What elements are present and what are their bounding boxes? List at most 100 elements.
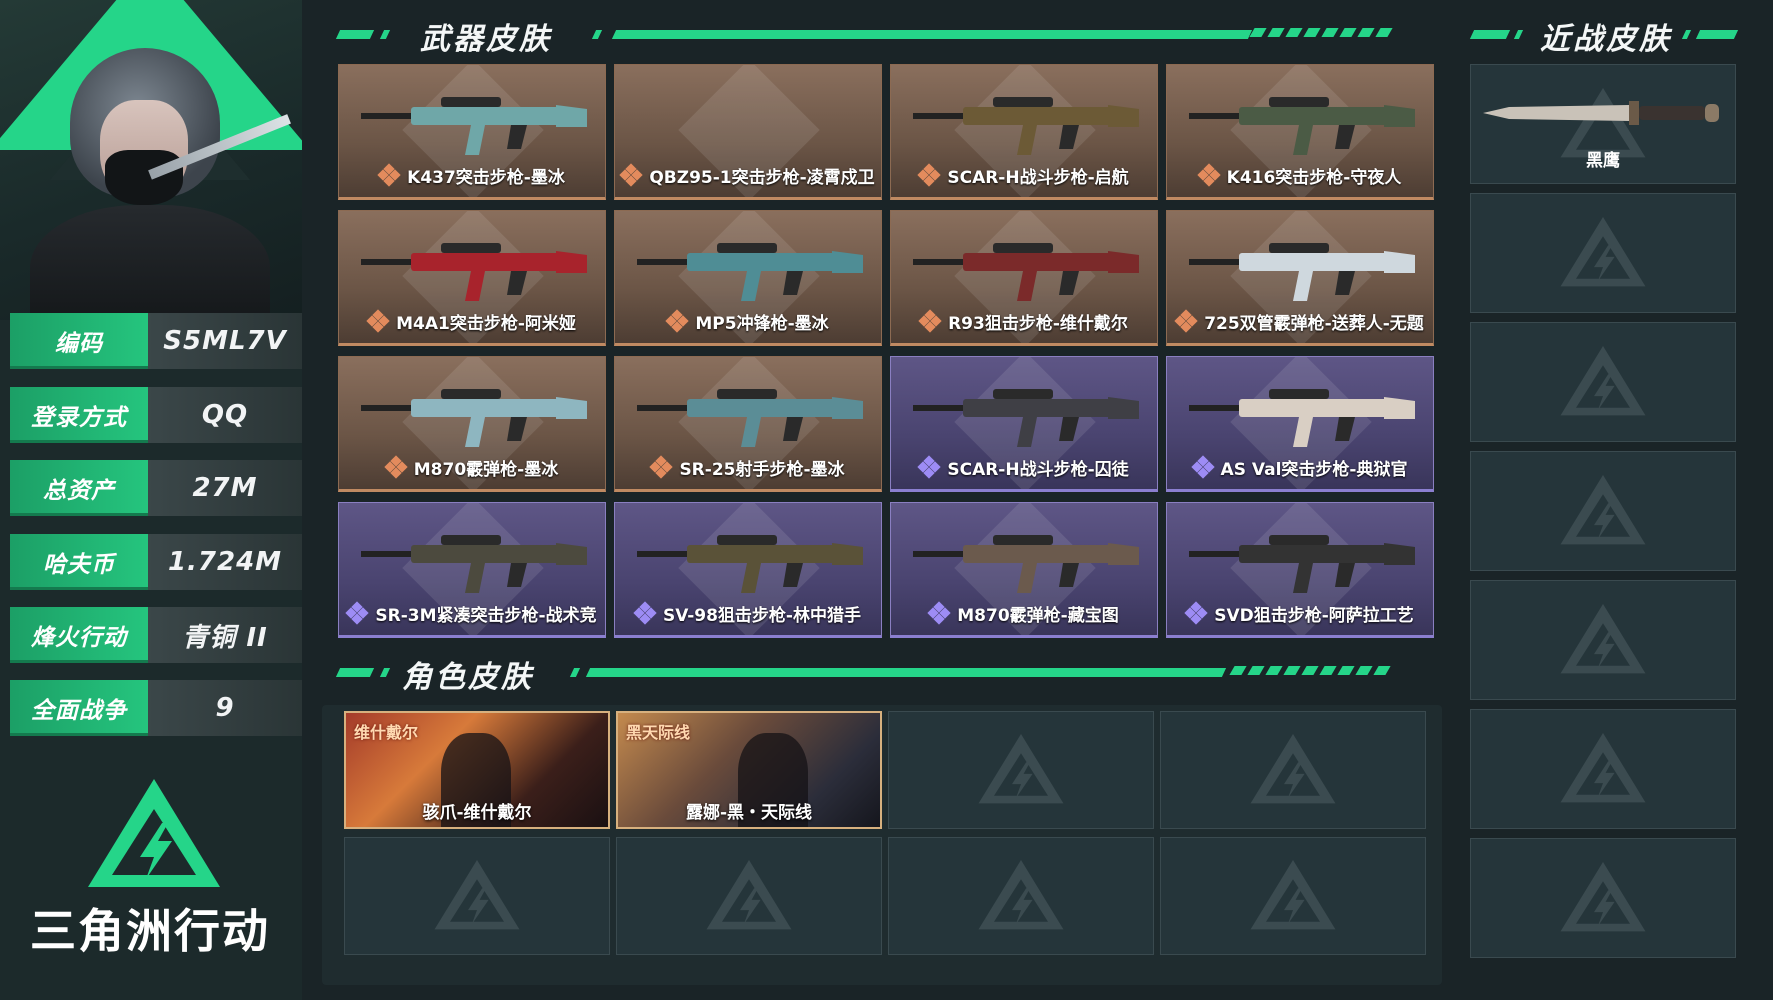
rarity-gem-icon: [366, 309, 390, 333]
placeholder-logo-icon: [978, 860, 1064, 930]
roles-header: 角色皮肤: [332, 652, 1422, 695]
weapon-image: [913, 389, 1139, 447]
weapon-skin-card[interactable]: AS Val突击步枪-典狱官: [1166, 356, 1434, 492]
weapon-skin-card[interactable]: QBZ95-1突击步枪-凌霄戍卫: [614, 64, 882, 200]
character-portrait: [0, 0, 302, 320]
weapon-skin-name: K416突击步枪-守夜人: [1226, 167, 1402, 188]
role-skin-tag: 黑天际线: [626, 723, 691, 742]
rarity-gem-icon: [665, 309, 690, 333]
weapon-skin-card[interactable]: SR-25射手步枪-墨冰: [614, 356, 882, 492]
weapon-skin-name: AS Val突击步枪-典狱官: [1220, 459, 1408, 480]
weapons-header: 武器皮肤: [332, 14, 1422, 57]
placeholder-logo-icon: [1560, 862, 1646, 932]
weapon-skin-name: 725双管霰弹枪-送葬人-无题: [1204, 313, 1424, 334]
weapon-skin-name: SVD狙击步枪-阿萨拉工艺: [1214, 605, 1414, 626]
weapon-skin-label: SV-98狙击步枪-林中猎手: [615, 599, 881, 627]
weapon-image: [1189, 535, 1415, 593]
placeholder-logo-icon: [434, 860, 520, 930]
info-value: S5ML7V: [148, 313, 302, 369]
role-skin-card[interactable]: 黑天际线 露娜-黑・天际线: [616, 711, 882, 829]
placeholder-logo-icon: [1560, 346, 1646, 416]
weapon-skin-name: SR-3M紧凑突击步枪-战术竞: [375, 605, 597, 626]
role-skin-name: 露娜-黑・天际线: [685, 803, 813, 823]
weapon-skin-card[interactable]: K437突击步枪-墨冰: [338, 64, 606, 200]
weapon-skin-card[interactable]: M870霰弹枪-藏宝图: [890, 502, 1158, 638]
info-value: 1.724M: [148, 534, 302, 590]
info-row-code: 编码 S5ML7V: [10, 313, 302, 369]
weapon-skin-card[interactable]: SCAR-H战斗步枪-囚徒: [890, 356, 1158, 492]
info-row-operation: 烽火行动 青铜 II: [10, 607, 302, 663]
weapon-skin-card[interactable]: SCAR-H战斗步枪-启航: [890, 64, 1158, 200]
role-skin-card[interactable]: 维什戴尔 骇爪-维什戴尔: [344, 711, 610, 829]
weapon-skin-card[interactable]: K416突击步枪-守夜人: [1166, 64, 1434, 200]
weapon-image: [637, 389, 863, 447]
melee-skin-empty-slot: [1470, 580, 1736, 700]
melee-skin-empty-slot: [1470, 838, 1736, 958]
weapons-title: 武器皮肤: [420, 22, 552, 57]
rarity-gem-icon: [384, 455, 408, 479]
weapon-skin-label: MP5冲锋枪-墨冰: [615, 307, 881, 335]
rarity-gem-icon: [1190, 455, 1215, 479]
delta-logo-icon: [88, 779, 220, 887]
weapon-image: [1189, 243, 1415, 301]
role-skin-empty-slot: [888, 837, 1154, 955]
info-row-assets: 总资产 27M: [10, 460, 302, 516]
role-skin-empty-slot: [888, 711, 1154, 829]
roles-title: 角色皮肤: [402, 660, 534, 695]
rarity-gem-icon: [619, 163, 643, 187]
placeholder-logo-icon: [1250, 860, 1336, 930]
weapon-skin-label: SCAR-H战斗步枪-启航: [891, 161, 1157, 189]
info-label: 全面战争: [10, 680, 148, 736]
placeholder-logo-icon: [1560, 475, 1646, 545]
rarity-gem-icon: [633, 601, 657, 625]
placeholder-logo-icon: [978, 734, 1064, 804]
info-value: 27M: [148, 460, 302, 516]
info-value: 9: [148, 680, 302, 736]
weapon-skin-name: M870霰弹枪-藏宝图: [957, 605, 1119, 626]
placeholder-logo-icon: [1560, 733, 1646, 803]
role-skin-empty-slot: [344, 837, 610, 955]
weapon-image: [913, 535, 1139, 593]
weapon-skin-name: M4A1突击步枪-阿米娅: [396, 313, 576, 334]
role-skin-name: 骇爪-维什戴尔: [422, 803, 532, 823]
placeholder-logo-icon: [1560, 604, 1646, 674]
melee-header: 近战皮肤: [1469, 14, 1750, 57]
weapon-skin-label: M4A1突击步枪-阿米娅: [339, 307, 605, 335]
weapon-skin-card[interactable]: SV-98狙击步枪-林中猎手: [614, 502, 882, 638]
weapon-skin-card[interactable]: SVD狙击步枪-阿萨拉工艺: [1166, 502, 1434, 638]
placeholder-logo-icon: [1560, 217, 1646, 287]
role-skin-empty-slot: [616, 837, 882, 955]
melee-skin-empty-slot: [1470, 451, 1736, 571]
weapon-skin-card[interactable]: R93狙击步枪-维什戴尔: [890, 210, 1158, 346]
melee-skin-card[interactable]: 黑鹰: [1470, 64, 1736, 184]
weapon-skin-card[interactable]: MP5冲锋枪-墨冰: [614, 210, 882, 346]
weapon-image: [361, 97, 587, 155]
weapon-skin-card[interactable]: SR-3M紧凑突击步枪-战术竞: [338, 502, 606, 638]
info-row-currency: 哈夫币 1.724M: [10, 534, 302, 590]
weapon-skin-name: SCAR-H战斗步枪-囚徒: [947, 459, 1129, 480]
weapon-skin-label: K437突击步枪-墨冰: [339, 161, 605, 189]
melee-title: 近战皮肤: [1540, 22, 1672, 57]
knife-icon: [1483, 101, 1719, 125]
game-title: 三角洲行动: [30, 904, 270, 958]
weapon-image: [361, 535, 587, 593]
melee-skin-name: 黑鹰: [1586, 151, 1620, 171]
weapon-image: [637, 243, 863, 301]
rarity-gem-icon: [377, 163, 401, 187]
info-label: 烽火行动: [10, 607, 148, 663]
weapon-skin-card[interactable]: 725双管霰弹枪-送葬人-无题: [1166, 210, 1434, 346]
weapon-image: [637, 535, 863, 593]
weapon-skin-card[interactable]: M870霰弹枪-墨冰: [338, 356, 606, 492]
weapon-skin-label: SVD狙击步枪-阿萨拉工艺: [1167, 599, 1433, 627]
weapon-skin-name: MP5冲锋枪-墨冰: [695, 313, 829, 334]
weapon-image: [361, 243, 587, 301]
info-value: QQ: [148, 387, 302, 443]
rarity-gem-icon: [345, 601, 370, 625]
rarity-gem-icon: [1196, 163, 1221, 187]
role-skin-empty-slot: [1160, 711, 1426, 829]
weapon-skin-name: SR-25射手步枪-墨冰: [679, 459, 845, 480]
weapon-skin-card[interactable]: M4A1突击步枪-阿米娅: [338, 210, 606, 346]
weapon-skin-label: 725双管霰弹枪-送葬人-无题: [1167, 307, 1433, 335]
info-row-login: 登录方式 QQ: [10, 387, 302, 443]
info-label: 登录方式: [10, 387, 148, 443]
